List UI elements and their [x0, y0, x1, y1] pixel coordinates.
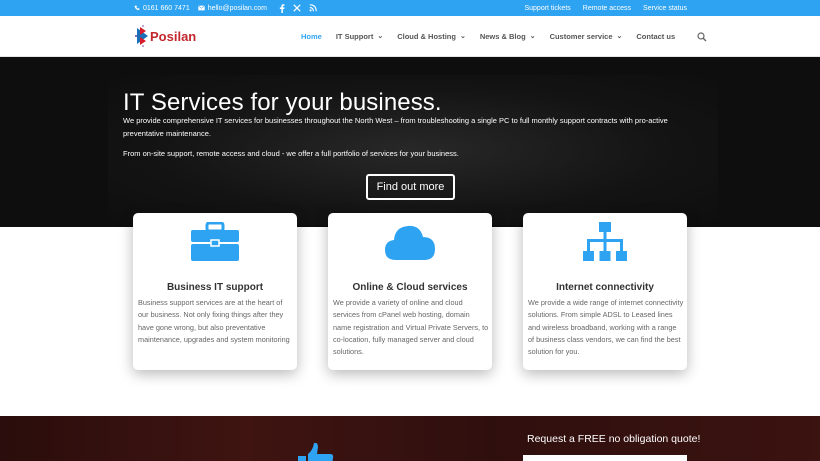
card-title: Internet connectivity [556, 282, 654, 293]
chevron-down-icon: ⌄ [529, 32, 536, 40]
card-text: Business support services are at the hea… [138, 298, 290, 344]
card-business-it-support[interactable]: Business IT support Business support ser… [133, 213, 297, 370]
thumbs-up-icon [286, 442, 338, 461]
cloud-icon [384, 221, 436, 263]
nav-label-it-support: IT Support [335, 32, 374, 41]
nav-label-contact-us: Contact us [636, 32, 676, 41]
remote-access-link[interactable]: Remote access [583, 5, 631, 12]
nav-item-it-support[interactable]: IT Support ⌄ [336, 32, 383, 41]
email-link[interactable]: hello@posilan.com [197, 4, 267, 12]
service-status-link[interactable]: Service status [643, 5, 687, 12]
nav-item-news-blog[interactable]: News & Blog ⌄ [480, 32, 536, 41]
email-address: hello@posilan.com [207, 4, 267, 12]
hero-title: IT Services for your business. [123, 89, 442, 116]
nav-label-home: Home [301, 32, 322, 41]
rss-icon[interactable] [309, 4, 317, 12]
phone-number: 0161 660 7471 [143, 4, 190, 12]
chevron-down-icon: ⌄ [377, 32, 384, 40]
phone-link[interactable]: 0161 660 7471 [134, 5, 190, 12]
phone-icon [134, 5, 140, 11]
nav-label-cloud-hosting: Cloud & Hosting [397, 32, 456, 41]
nav-label-customer-service: Customer service [549, 32, 613, 41]
quote-form[interactable] [523, 455, 687, 461]
posilan-logo[interactable]: Posilan [134, 24, 210, 48]
briefcase-icon [189, 221, 241, 263]
site-header: Posilan Home IT Support ⌄ Cloud & Hosting… [0, 16, 820, 57]
card-text: We provide a variety of online and cloud… [333, 298, 489, 357]
nav-item-customer-service[interactable]: Customer service ⌄ [550, 32, 623, 41]
card-text: We provide a wide range of internet conn… [528, 298, 684, 357]
svg-text:Posilan: Posilan [150, 29, 196, 44]
main-nav: Home IT Support ⌄ Cloud & Hosting ⌄ News &… [301, 16, 707, 57]
nav-item-cloud-hosting[interactable]: Cloud & Hosting ⌄ [397, 32, 466, 41]
quote-section: Request a FREE no obligation quote! [0, 416, 820, 461]
card-title: Online & Cloud services [352, 282, 468, 293]
nav-item-contact-us[interactable]: Contact us [636, 32, 675, 41]
hero-paragraph-2: From on-site support, remote access and … [123, 149, 459, 158]
chevron-down-icon: ⌄ [459, 32, 466, 40]
chevron-down-icon: ⌄ [616, 32, 623, 40]
nav-item-home[interactable]: Home [301, 32, 322, 41]
network-icon [579, 221, 631, 263]
find-out-more-button[interactable]: Find out more [366, 174, 455, 200]
hero-paragraph-1: We provide comprehensive IT services for… [123, 116, 668, 138]
envelope-icon [197, 5, 205, 11]
card-online-cloud-services[interactable]: Online & Cloud services We provide a var… [328, 213, 492, 370]
search-icon[interactable] [697, 31, 707, 42]
card-internet-connectivity[interactable]: Internet connectivity We provide a wide … [523, 213, 687, 370]
card-title: Business IT support [166, 282, 264, 293]
x-twitter-icon[interactable] [293, 4, 301, 12]
hero-section: IT Services for your business. We provid… [0, 57, 820, 227]
quote-heading: Request a FREE no obligation quote! [527, 433, 701, 445]
top-bar: 0161 660 7471 hello@posilan.com Support … [0, 0, 820, 16]
support-tickets-link[interactable]: Support tickets [524, 5, 570, 12]
facebook-icon[interactable] [279, 3, 285, 13]
nav-label-news-blog: News & Blog [479, 32, 526, 41]
